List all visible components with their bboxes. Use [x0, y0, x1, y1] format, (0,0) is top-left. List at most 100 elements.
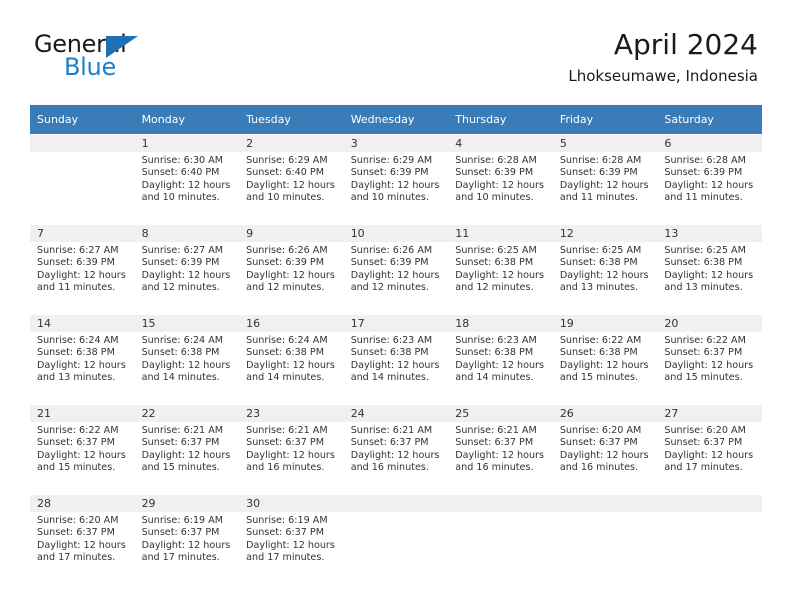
- calendar-table: Sunday Monday Tuesday Wednesday Thursday…: [30, 105, 762, 584]
- brand-logo[interactable]: General Blue: [34, 28, 264, 84]
- sunrise-text: Sunrise: 6:20 AM: [37, 515, 119, 526]
- day-number: 4: [448, 135, 553, 152]
- daylight-text-line2: and 16 minutes.: [559, 462, 639, 474]
- daylight-text-line2: and 10 minutes.: [455, 192, 534, 204]
- calendar-day-cell[interactable]: 30 Sunrise: 6:19 AM Sunset: 6:37 PM Dayl…: [239, 494, 344, 584]
- daylight-text-line1: Daylight: 12 hours: [141, 359, 231, 371]
- daylight-text-line1: Daylight: 12 hours: [141, 539, 231, 551]
- day-details: Sunrise: 6:20 AM Sunset: 6:37 PM Dayligh…: [553, 422, 658, 475]
- weekday-header-friday: Friday: [552, 105, 658, 134]
- calendar-day-cell[interactable]: 22 Sunrise: 6:21 AM Sunset: 6:37 PM Dayl…: [134, 404, 240, 494]
- calendar-day-cell[interactable]: 2 Sunrise: 6:29 AM Sunset: 6:40 PM Dayli…: [239, 134, 344, 224]
- daylight-text-line2: and 16 minutes.: [246, 462, 325, 474]
- daylight-text-line1: Daylight: 12 hours: [246, 179, 335, 191]
- calendar-day-cell[interactable]: 25 Sunrise: 6:21 AM Sunset: 6:37 PM Dayl…: [448, 404, 553, 494]
- sunset-text: Sunset: 6:37 PM: [141, 527, 220, 539]
- sunrise-text: Sunrise: 6:21 AM: [350, 425, 433, 436]
- sunset-text: Sunset: 6:37 PM: [559, 437, 638, 449]
- calendar-day-cell[interactable]: 11 Sunrise: 6:25 AM Sunset: 6:38 PM Dayl…: [448, 224, 553, 314]
- sunrise-text: Sunrise: 6:22 AM: [664, 335, 746, 346]
- day-number: 22: [134, 405, 240, 422]
- daylight-text-line2: and 12 minutes.: [455, 282, 534, 294]
- day-number: 26: [552, 405, 658, 422]
- sunrise-text: Sunrise: 6:24 AM: [37, 335, 119, 346]
- calendar-day-cell[interactable]: [30, 134, 135, 224]
- calendar-day-cell[interactable]: 28 Sunrise: 6:20 AM Sunset: 6:37 PM Dayl…: [30, 494, 135, 584]
- sunset-text: Sunset: 6:38 PM: [350, 347, 429, 359]
- calendar-day-cell[interactable]: 18 Sunrise: 6:23 AM Sunset: 6:38 PM Dayl…: [448, 314, 553, 404]
- calendar-day-cell[interactable]: 20 Sunrise: 6:22 AM Sunset: 6:37 PM Dayl…: [657, 314, 762, 404]
- daylight-text-line2: and 12 minutes.: [141, 282, 220, 294]
- calendar-day-cell[interactable]: 9 Sunrise: 6:26 AM Sunset: 6:39 PM Dayli…: [239, 224, 344, 314]
- calendar-day-cell[interactable]: 12 Sunrise: 6:25 AM Sunset: 6:38 PM Dayl…: [552, 224, 658, 314]
- sunset-text: Sunset: 6:38 PM: [246, 347, 324, 359]
- day-details: Sunrise: 6:23 AM Sunset: 6:38 PM Dayligh…: [344, 332, 449, 385]
- day-details: Sunrise: 6:20 AM Sunset: 6:37 PM Dayligh…: [30, 512, 135, 565]
- calendar-day-cell[interactable]: 27 Sunrise: 6:20 AM Sunset: 6:37 PM Dayl…: [657, 404, 762, 494]
- sunset-text: Sunset: 6:37 PM: [37, 527, 115, 539]
- sunset-text: Sunset: 6:39 PM: [350, 257, 429, 269]
- calendar-day-cell[interactable]: 3 Sunrise: 6:29 AM Sunset: 6:39 PM Dayli…: [343, 134, 449, 224]
- day-details: Sunrise: 6:27 AM Sunset: 6:39 PM Dayligh…: [135, 242, 240, 295]
- calendar-day-cell[interactable]: 16 Sunrise: 6:24 AM Sunset: 6:38 PM Dayl…: [239, 314, 344, 404]
- day-details: Sunrise: 6:20 AM Sunset: 6:37 PM Dayligh…: [657, 422, 762, 475]
- daylight-text-line2: and 14 minutes.: [455, 372, 534, 384]
- day-number: [343, 495, 449, 512]
- day-number: 12: [552, 225, 658, 242]
- calendar-day-cell[interactable]: 10 Sunrise: 6:26 AM Sunset: 6:39 PM Dayl…: [343, 224, 449, 314]
- sunrise-text: Sunrise: 6:22 AM: [37, 425, 119, 436]
- calendar-day-cell[interactable]: 13 Sunrise: 6:25 AM Sunset: 6:38 PM Dayl…: [657, 224, 762, 314]
- daylight-text-line1: Daylight: 12 hours: [559, 359, 649, 371]
- calendar-day-cell[interactable]: 23 Sunrise: 6:21 AM Sunset: 6:37 PM Dayl…: [239, 404, 344, 494]
- day-details: Sunrise: 6:19 AM Sunset: 6:37 PM Dayligh…: [239, 512, 344, 565]
- calendar-day-cell[interactable]: 19 Sunrise: 6:22 AM Sunset: 6:38 PM Dayl…: [552, 314, 658, 404]
- calendar-day-cell[interactable]: 5 Sunrise: 6:28 AM Sunset: 6:39 PM Dayli…: [552, 134, 658, 224]
- day-number: 23: [239, 405, 344, 422]
- calendar-day-cell[interactable]: 8 Sunrise: 6:27 AM Sunset: 6:39 PM Dayli…: [134, 224, 240, 314]
- daylight-text-line1: Daylight: 12 hours: [37, 539, 126, 551]
- daylight-text-line2: and 13 minutes.: [37, 372, 116, 384]
- daylight-text-line1: Daylight: 12 hours: [246, 539, 335, 551]
- sunset-text: Sunset: 6:38 PM: [141, 347, 220, 359]
- sunrise-text: Sunrise: 6:21 AM: [141, 425, 224, 436]
- day-number: 9: [239, 225, 344, 242]
- calendar-day-cell[interactable]: 24 Sunrise: 6:21 AM Sunset: 6:37 PM Dayl…: [343, 404, 449, 494]
- sunset-text: Sunset: 6:39 PM: [559, 167, 638, 179]
- daylight-text-line2: and 15 minutes.: [664, 372, 743, 384]
- daylight-text-line1: Daylight: 12 hours: [246, 449, 335, 461]
- sunset-text: Sunset: 6:37 PM: [664, 437, 743, 449]
- calendar-day-cell[interactable]: 26 Sunrise: 6:20 AM Sunset: 6:37 PM Dayl…: [552, 404, 658, 494]
- day-details: Sunrise: 6:26 AM Sunset: 6:39 PM Dayligh…: [239, 242, 344, 295]
- calendar-week-row: 14 Sunrise: 6:24 AM Sunset: 6:38 PM Dayl…: [30, 314, 762, 404]
- calendar-day-cell[interactable]: 21 Sunrise: 6:22 AM Sunset: 6:37 PM Dayl…: [30, 404, 135, 494]
- calendar-day-cell[interactable]: 29 Sunrise: 6:19 AM Sunset: 6:37 PM Dayl…: [134, 494, 240, 584]
- sunset-text: Sunset: 6:39 PM: [37, 257, 115, 269]
- day-number: 28: [30, 495, 135, 512]
- daylight-text-line2: and 17 minutes.: [664, 462, 743, 474]
- daylight-text-line1: Daylight: 12 hours: [455, 269, 544, 281]
- daylight-text-line2: and 16 minutes.: [350, 462, 429, 474]
- day-number: 25: [448, 405, 553, 422]
- day-details: Sunrise: 6:22 AM Sunset: 6:38 PM Dayligh…: [553, 332, 658, 385]
- day-details: Sunrise: 6:27 AM Sunset: 6:39 PM Dayligh…: [30, 242, 135, 295]
- day-details: Sunrise: 6:19 AM Sunset: 6:37 PM Dayligh…: [135, 512, 240, 565]
- sunrise-text: Sunrise: 6:22 AM: [559, 335, 642, 346]
- calendar-day-cell[interactable]: 15 Sunrise: 6:24 AM Sunset: 6:38 PM Dayl…: [134, 314, 240, 404]
- daylight-text-line1: Daylight: 12 hours: [141, 179, 231, 191]
- calendar-day-cell[interactable]: 14 Sunrise: 6:24 AM Sunset: 6:38 PM Dayl…: [30, 314, 135, 404]
- calendar-day-cell[interactable]: 1 Sunrise: 6:30 AM Sunset: 6:40 PM Dayli…: [134, 134, 240, 224]
- page-title: April 2024: [613, 28, 758, 61]
- weekday-header-sunday: Sunday: [30, 105, 135, 134]
- day-number: 11: [448, 225, 553, 242]
- sunrise-text: Sunrise: 6:28 AM: [559, 155, 642, 166]
- daylight-text-line2: and 16 minutes.: [455, 462, 534, 474]
- calendar-day-cell[interactable]: 6 Sunrise: 6:28 AM Sunset: 6:39 PM Dayli…: [657, 134, 762, 224]
- calendar-day-cell[interactable]: 7 Sunrise: 6:27 AM Sunset: 6:39 PM Dayli…: [30, 224, 135, 314]
- day-number: 2: [239, 135, 344, 152]
- daylight-text-line1: Daylight: 12 hours: [141, 449, 231, 461]
- daylight-text-line1: Daylight: 12 hours: [559, 269, 649, 281]
- sunset-text: Sunset: 6:37 PM: [246, 527, 324, 539]
- sunset-text: Sunset: 6:40 PM: [141, 167, 220, 179]
- calendar-day-cell[interactable]: 17 Sunrise: 6:23 AM Sunset: 6:38 PM Dayl…: [343, 314, 449, 404]
- calendar-day-cell[interactable]: 4 Sunrise: 6:28 AM Sunset: 6:39 PM Dayli…: [448, 134, 553, 224]
